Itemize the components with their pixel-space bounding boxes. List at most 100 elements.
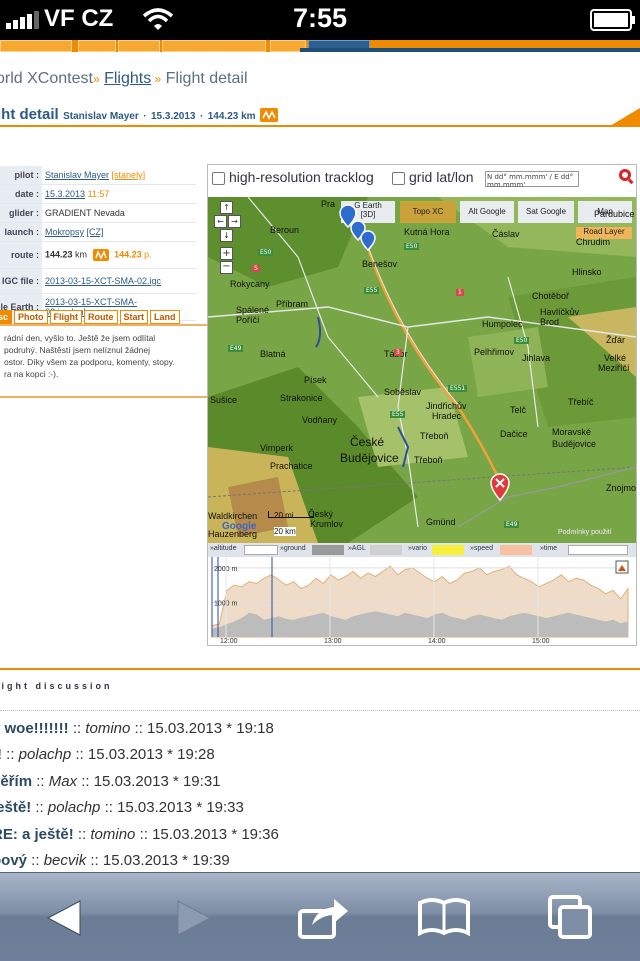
- altitude-profile-chart[interactable]: 2000 m1000 m12:00 13:00 14:00 15:00: [208, 557, 636, 645]
- tabs-icon[interactable]: [548, 895, 592, 939]
- coord-format-input[interactable]: N dd° mm.mmm' / E dd° mm.mmm': [485, 171, 579, 189]
- pan-down-icon[interactable]: ↓: [220, 229, 233, 242]
- altitude-value: [244, 545, 278, 555]
- back-icon[interactable]: [46, 899, 82, 937]
- tab-flight[interactable]: Flight: [49, 310, 83, 324]
- map-label: Písek: [304, 375, 327, 385]
- map-type-sat-google[interactable]: Sat Google: [518, 201, 574, 223]
- ground-swatch: [312, 545, 344, 555]
- post-date: 15.03.2013 * 19:36: [152, 825, 279, 843]
- post-title[interactable]: ještě!: [0, 799, 31, 816]
- discussion-divider: [0, 668, 640, 670]
- corner-arrow-icon: [610, 108, 640, 126]
- legend-ground: »ground: [280, 545, 306, 552]
- legend-time: »time: [540, 545, 558, 552]
- post-title[interactable]: RE: a ještě!: [0, 826, 74, 843]
- map-type-alt-google[interactable]: Alt Google: [460, 201, 514, 223]
- speed-swatch: [500, 545, 532, 555]
- road-label: 1: [456, 289, 464, 296]
- map-label: Benešov: [362, 259, 398, 269]
- map-label: Jihlava: [522, 353, 551, 363]
- launch-link[interactable]: Mokropsy: [45, 227, 84, 237]
- hires-option[interactable]: high-resolution tracklog: [212, 169, 374, 185]
- x-tick-label: 12:00: [220, 638, 238, 645]
- hires-checkbox[interactable]: [212, 171, 225, 185]
- pan-up-icon[interactable]: ↑: [220, 201, 233, 214]
- road-label: E50: [258, 249, 274, 256]
- tab-photo[interactable]: Photo: [14, 310, 48, 324]
- map-label: Kutná Hora: [404, 227, 450, 237]
- table-row: date : 15.3.2013 11:57: [0, 184, 196, 204]
- nav-tab[interactable]: [162, 40, 266, 52]
- post-author: polachp: [47, 799, 101, 817]
- breadcrumb-flights-link[interactable]: Flights: [104, 70, 151, 87]
- discussion-title: light discussion: [0, 681, 113, 691]
- nav-tab[interactable]: [118, 40, 160, 52]
- bookmarks-icon[interactable]: [418, 897, 470, 937]
- description-line: rádní den, vyšlo to. Ještě že jsem odlít…: [4, 333, 156, 343]
- map-label: Telč: [510, 405, 527, 415]
- road-label: E551: [448, 385, 468, 392]
- launch-country-link[interactable]: [CZ]: [87, 227, 104, 237]
- zoom-in-icon[interactable]: +: [220, 247, 233, 260]
- map-label: Waldkirchen: [208, 511, 258, 521]
- nav-tab[interactable]: [0, 40, 72, 52]
- tab-route[interactable]: Route: [84, 310, 118, 324]
- map-label: Rokycany: [230, 279, 270, 289]
- date-label: date :: [0, 184, 42, 204]
- map-type-topo[interactable]: Topo XC: [400, 201, 456, 223]
- discussion-post[interactable]: !! :: polachp :: 15.03.2013 * 19:28: [0, 742, 279, 768]
- pan-right-icon[interactable]: →: [228, 215, 241, 228]
- post-author: tomino: [90, 825, 136, 843]
- forward-icon[interactable]: [176, 899, 212, 937]
- discussion-post[interactable]: y woe!!!!!!! :: tomino :: 15.03.2013 * 1…: [0, 716, 279, 742]
- legend-agl: »AGL: [348, 545, 366, 552]
- map-label: Spálené: [236, 305, 270, 315]
- launch-label: launch :: [0, 222, 42, 242]
- zoom-out-icon[interactable]: −: [220, 261, 233, 274]
- igc-file-link[interactable]: 2013-03-15-XCT-SMA-02.igc: [45, 276, 161, 286]
- post-title[interactable]: věřím: [0, 773, 32, 790]
- post-author: polachp: [18, 746, 72, 764]
- post-title[interactable]: !!: [0, 746, 2, 763]
- discussion-post[interactable]: ještě! :: polachp :: 15.03.2013 * 19:33: [0, 795, 279, 821]
- zoom-search-icon[interactable]: [618, 168, 634, 184]
- post-author: tomino: [85, 720, 131, 737]
- grid-checkbox[interactable]: [392, 171, 405, 185]
- discussion-post[interactable]: věřím :: Max :: 15.03.2013 * 19:31: [0, 769, 279, 795]
- grid-option[interactable]: grid lat/lon: [392, 169, 474, 185]
- discussion-post[interactable]: RE: a ještě! :: tomino :: 15.03.2013 * 1…: [0, 822, 279, 848]
- tab-description[interactable]: sc: [0, 310, 13, 324]
- launch-marker-icon[interactable]: [338, 203, 378, 255]
- flight-map[interactable]: G Earth [3D] Topo XC Alt Google Sat Googl…: [208, 197, 636, 543]
- date-link[interactable]: 15.3.2013: [45, 189, 85, 199]
- pan-left-icon[interactable]: ←: [214, 215, 227, 228]
- map-label: Moravské: [552, 427, 592, 437]
- post-title[interactable]: pový: [0, 852, 27, 869]
- map-label: Čáslav: [492, 229, 520, 239]
- title-underline: [0, 125, 640, 127]
- pilot-label: pilot :: [0, 166, 42, 185]
- map-terms-link[interactable]: Podmínky použití: [558, 529, 612, 536]
- map-label: Třeboň: [414, 455, 443, 465]
- map-label: Chrudim: [576, 237, 611, 247]
- route-label: route :: [0, 241, 42, 269]
- map-panel: high-resolution tracklog grid lat/lon N …: [207, 164, 637, 646]
- battery-icon: [590, 9, 635, 31]
- post-date: 15.03.2013 * 19:33: [117, 799, 244, 817]
- legend-speed: »speed: [470, 545, 493, 552]
- pilot-link[interactable]: Stanislav Mayer: [45, 170, 109, 180]
- tab-start[interactable]: Start: [119, 310, 149, 324]
- discussion-post[interactable]: pový :: becvik :: 15.03.2013 * 19:39: [0, 848, 279, 874]
- breadcrumb-site[interactable]: orld XContest: [0, 70, 93, 87]
- tab-land[interactable]: Land: [150, 310, 180, 324]
- pilot-nick-link[interactable]: [stanely]: [112, 170, 146, 180]
- post-title[interactable]: y woe!!!!!!!: [0, 720, 69, 737]
- map-label: Sušice: [210, 395, 238, 405]
- map-label: Pra: [321, 199, 336, 209]
- landing-marker-icon[interactable]: [490, 473, 510, 501]
- x-tick-label: 13:00: [324, 638, 342, 645]
- route-km: 144.23: [45, 249, 73, 260]
- nav-tab[interactable]: [78, 40, 116, 52]
- share-icon[interactable]: [298, 895, 350, 939]
